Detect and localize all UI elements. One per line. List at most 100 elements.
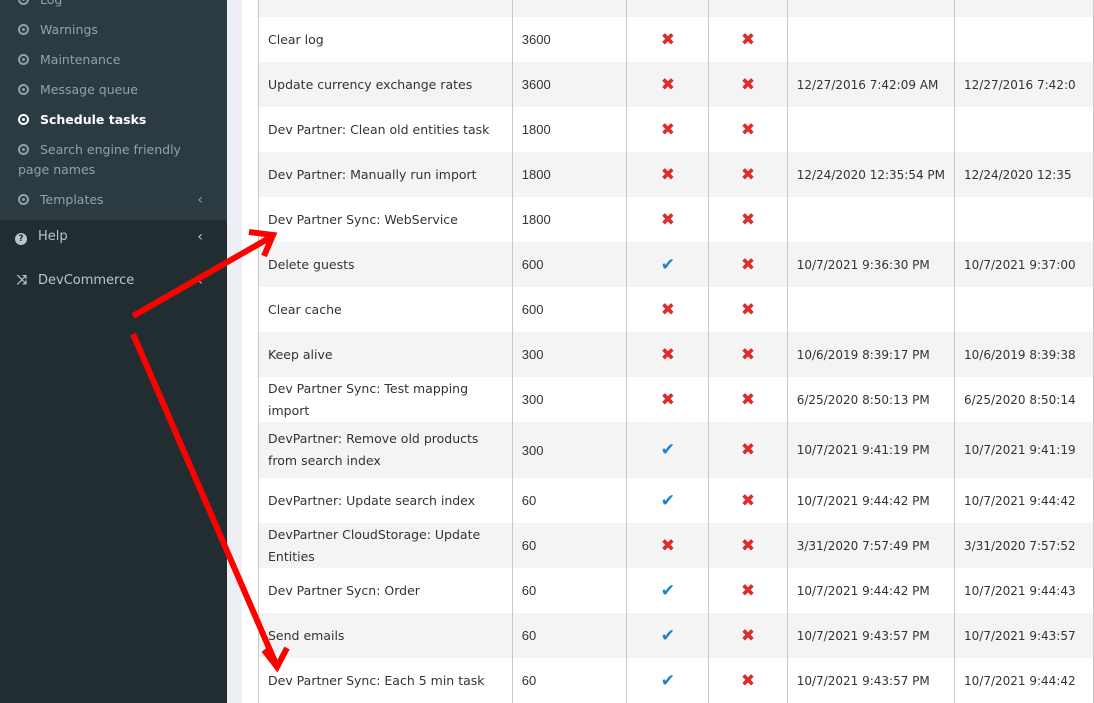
sidebar-item-message-queue[interactable]: Message queue [0,75,227,105]
sidebar-item-maintenance[interactable]: Maintenance [0,45,227,75]
x-icon: ✖ [740,74,756,95]
enabled-cell: ✖ [626,287,710,332]
stop-on-error-cell: ✖ [708,658,788,703]
enabled-cell: ✔ [626,613,710,658]
enabled-cell: ✖ [626,107,710,152]
chevron-left-icon: ‹ [197,192,203,208]
table-row[interactable]: Keep alive 300 ✖ ✖ 10/6/2019 8:39:17 PM 10/6/… [258,332,1094,377]
circle-icon [18,0,29,5]
seconds-cell: 60 [511,478,628,523]
table-row[interactable]: Update currency exchange rates 3600 ✖ ✖ 12/2… [258,62,1094,107]
task-name-cell: Dev Partner Sync: WebService [258,197,513,242]
x-icon: ✖ [740,670,756,691]
schedule-tasks-table: Clear log 3600 ✖ ✖ Update currency exchange … [258,0,1094,703]
table-row[interactable]: DevPartner: Remove old products from sea… [258,422,1094,478]
last-end-date-cell: 3/31/2020 7:57:52 [954,523,1094,568]
table-row[interactable]: Dev Partner Sync: WebService 1800 ✖ ✖ [258,197,1094,242]
x-icon: ✖ [660,344,676,365]
sidebar-item-label: Message queue [40,82,138,97]
seconds-cell: 60 [511,568,628,613]
seconds-cell: 60 [511,658,628,703]
table-row[interactable]: Clear cache 600 ✖ ✖ [258,287,1094,332]
sidebar-submenu: Log Warnings Maintenance Message queue Sched… [0,0,227,220]
question-circle-icon: ? [15,233,27,245]
x-icon: ✖ [740,119,756,140]
sidebar: Log Warnings Maintenance Message queue Sched… [0,0,227,703]
table-row[interactable] [258,0,1094,17]
x-icon: ✖ [660,389,676,410]
enabled-cell: ✔ [626,242,710,287]
task-name-cell: Dev Partner Sync: Each 5 min task [258,658,513,703]
seconds-cell: 60 [511,613,628,658]
sidebar-item-warnings[interactable]: Warnings [0,15,227,45]
last-end-date-cell [954,287,1094,332]
sidebar-item-devcommerce[interactable]: ⤨ DevCommerce ‹ [0,259,227,303]
last-end-date-cell [954,107,1094,152]
circle-icon [18,114,29,125]
x-icon: ✖ [660,74,676,95]
table-row[interactable]: Clear log 3600 ✖ ✖ [258,17,1094,62]
task-name-cell: Send emails [258,613,513,658]
table-row[interactable]: Dev Partner Sync: Each 5 min task 60 ✔ ✖ 10/… [258,658,1094,703]
last-start-date-cell [786,17,956,62]
seconds-cell: 1800 [511,107,628,152]
x-icon: ✖ [740,580,756,601]
sidebar-item-label: Warnings [40,22,98,37]
seconds-cell: 1800 [511,152,628,197]
table-row[interactable]: Dev Partner Sycn: Order 60 ✔ ✖ 10/7/2021 9:4… [258,568,1094,613]
seconds-cell: 3600 [511,62,628,107]
last-start-date-cell: 10/6/2019 8:39:17 PM [786,332,956,377]
seconds-cell: 300 [511,332,628,377]
x-icon: ✖ [740,389,756,410]
table-row[interactable]: Dev Partner: Manually run import 1800 ✖ ✖ 12… [258,152,1094,197]
last-end-date-cell: 10/7/2021 9:43:57 [954,613,1094,658]
last-end-date-cell: 10/6/2019 8:39:38 [954,332,1094,377]
enabled-cell: ✖ [626,377,710,422]
sidebar-item-label: Help [38,229,68,244]
table-row[interactable]: DevPartner CloudStorage: Update Entities… [258,523,1094,568]
last-end-date-cell [954,197,1094,242]
x-icon: ✖ [740,440,756,460]
check-icon: ✔ [660,580,676,601]
stop-on-error-cell: ✖ [708,287,788,332]
last-start-date-cell: 10/7/2021 9:43:57 PM [786,613,956,658]
chevron-left-icon: ‹ [197,273,203,289]
last-end-date-cell: 10/7/2021 9:37:00 [954,242,1094,287]
check-icon: ✔ [660,254,676,275]
stop-on-error-cell: ✖ [708,197,788,242]
stop-on-error-cell: ✖ [708,478,788,523]
stop-on-error-cell: ✖ [708,377,788,422]
seconds-cell: 3600 [511,17,628,62]
sidebar-item-schedule-tasks[interactable]: Schedule tasks [0,105,227,135]
enabled-cell: ✔ [626,658,710,703]
enabled-cell: ✖ [626,523,710,568]
stop-on-error-cell: ✖ [708,568,788,613]
stop-on-error-cell: ✖ [708,107,788,152]
stop-on-error-cell: ✖ [708,613,788,658]
check-icon: ✔ [660,670,676,691]
sidebar-item-search-engine-friendly-page-names[interactable]: Search engine friendly page names [0,135,227,185]
sidebar-item-log[interactable]: Log [0,0,227,15]
last-end-date-cell [954,17,1094,62]
table-row[interactable]: Send emails 60 ✔ ✖ 10/7/2021 9:43:57 PM 10/7/… [258,613,1094,658]
last-end-date-cell: 6/25/2020 8:50:14 [954,377,1094,422]
table-row[interactable]: Dev Partner Sync: Test mapping import 300… [258,377,1094,422]
table-row[interactable]: DevPartner: Update search index 60 ✔ ✖ 10/7/… [258,478,1094,523]
table-row[interactable]: Delete guests 600 ✔ ✖ 10/7/2021 9:36:30 PM 10… [258,242,1094,287]
sidebar-item-templates[interactable]: Templates ‹ [0,185,227,215]
table-row[interactable]: Dev Partner: Clean old entities task 1800… [258,107,1094,152]
task-name-cell: Dev Partner: Manually run import [258,152,513,197]
sidebar-item-help[interactable]: ? Help ‹ [0,215,227,259]
chevron-left-icon: ‹ [197,229,203,245]
last-end-date-cell: 10/7/2021 9:44:43 [954,568,1094,613]
last-start-date-cell [786,0,956,17]
circle-icon [18,24,29,35]
enabled-cell: ✖ [626,17,710,62]
x-icon: ✖ [740,29,756,50]
sidebar-item-label: DevCommerce [38,273,135,288]
task-name-cell: Dev Partner: Clean old entities task [258,107,513,152]
last-start-date-cell: 10/7/2021 9:41:19 PM [786,422,956,478]
task-name-cell: DevPartner CloudStorage: Update Entities [258,523,513,568]
enabled-cell: ✔ [626,422,710,478]
last-end-date-cell: 10/7/2021 9:41:19 [954,422,1094,478]
